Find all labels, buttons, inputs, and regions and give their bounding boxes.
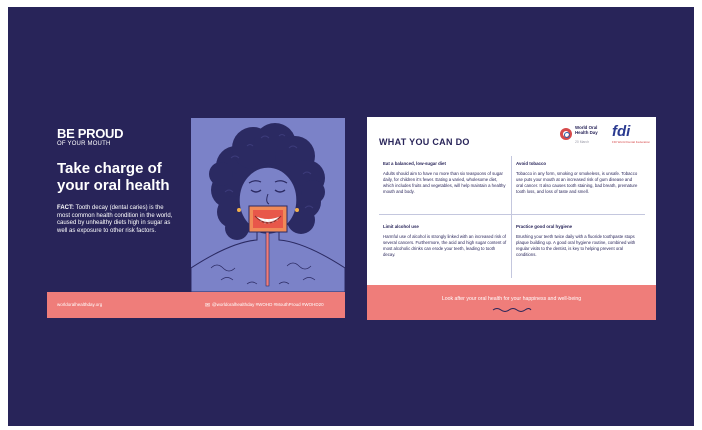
right-footer-bar: Look after your oral health for your hap… <box>367 285 656 320</box>
wave-squiggle-icon <box>492 308 532 312</box>
logo1-name: World Oral Health Day <box>575 125 598 135</box>
left-footer-bar: worldoralhealthday.org ✉ @worldoralhealth… <box>47 292 345 318</box>
fdi-subtitle: FDI World Dental Federation <box>612 140 651 144</box>
tip-heading: Limit alcohol use <box>383 224 419 229</box>
fact-text: Tooth decay (dental caries) is the most … <box>57 205 173 235</box>
fact-label: FACT: <box>57 205 74 211</box>
tip-heading: Eat a balanced, low-sugar diet <box>383 161 446 166</box>
logo1-date: 20 March <box>575 140 590 144</box>
vertical-divider <box>511 156 512 278</box>
tip-body: Brushing your teeth twice daily with a f… <box>516 234 636 258</box>
social-handles: ✉ @worldoralhealthday #WOHD #MouthProud #… <box>205 302 324 309</box>
poster-card-right: WHAT YOU CAN DO World Oral Health Day 20… <box>367 117 656 320</box>
poster-card-left: BE PROUD OF YOUR MOUTH Take charge of yo… <box>47 118 345 318</box>
tip-heading: Avoid tobacco <box>516 161 547 166</box>
fdi-wordmark: fdi <box>612 123 631 140</box>
what-you-can-do-title: WHAT YOU CAN DO <box>379 137 470 147</box>
smiling-person-illustration <box>191 118 345 292</box>
tip-body: Harmful use of alcohol is strongly linke… <box>383 234 507 258</box>
website-link[interactable]: worldoralhealthday.org <box>57 302 102 307</box>
tip-body: Tobacco in any form, smoking or smokeles… <box>516 171 638 195</box>
mail-icon: ✉ <box>205 303 211 309</box>
world-oral-health-day-logo: World Oral Health Day 20 March <box>560 125 614 147</box>
brand-line-2: OF YOUR MOUTH <box>57 141 111 147</box>
fdi-logo: fdi FDI World Dental Federation <box>612 124 652 146</box>
illustration-svg <box>191 123 345 292</box>
social-text: @worldoralhealthday #WOHD #MouthProud #W… <box>212 302 324 307</box>
globe-icon <box>560 128 572 140</box>
brand-logo: BE PROUD OF YOUR MOUTH <box>57 126 124 147</box>
horizontal-divider <box>379 214 645 215</box>
tip-alcohol: Limit alcohol use Harmful use of alcohol… <box>383 224 507 258</box>
tip-hygiene: Practice good oral hygiene Brushing your… <box>516 224 640 258</box>
tip-heading: Practice good oral hygiene <box>516 224 573 229</box>
tip-tobacco: Avoid tobacco Tobacco in any form, smoki… <box>516 161 640 195</box>
fact-paragraph: FACT: Tooth decay (dental caries) is the… <box>57 205 175 236</box>
brand-line-1: BE PROUD <box>57 126 124 141</box>
headline: Take charge of your oral health <box>57 160 170 194</box>
footer-tagline: Look after your oral health for your hap… <box>441 296 582 302</box>
tip-diet: Eat a balanced, low-sugar diet Adults sh… <box>383 161 507 195</box>
tip-body: Adults should aim to have no more than s… <box>383 171 506 195</box>
